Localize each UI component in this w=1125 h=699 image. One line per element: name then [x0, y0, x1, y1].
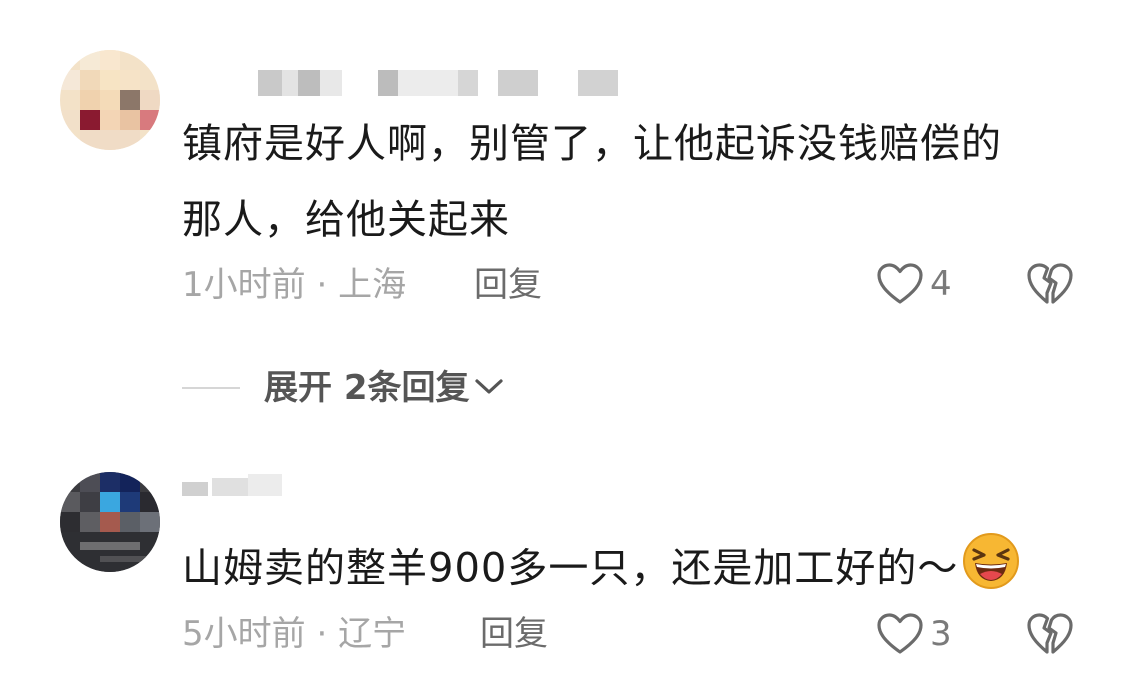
comment-text: 山姆卖的整羊900多一只，还是加工好的～: [182, 532, 1082, 609]
like-count: 4: [930, 264, 952, 304]
meta-separator: ·: [305, 614, 339, 654]
heart-icon: [876, 262, 924, 306]
laughing-emoji-icon: [962, 532, 1020, 609]
meta-separator: ·: [305, 265, 339, 305]
like-count: 3: [930, 614, 952, 654]
username-blurred[interactable]: [258, 70, 628, 96]
username-blurred[interactable]: [182, 468, 302, 498]
comment-2: 山姆卖的整羊900多一只，还是加工好的～ 5小时前 · 辽宁 回复 3: [0, 460, 1125, 699]
broken-heart-icon: [1026, 613, 1074, 660]
expand-replies-label[interactable]: 展开 2条回复: [264, 366, 470, 410]
avatar[interactable]: [60, 50, 160, 150]
comment-time: 5小时前: [182, 614, 306, 654]
like-button[interactable]: 4: [876, 262, 952, 306]
comment-meta: 5小时前 · 辽宁: [182, 614, 406, 654]
like-button[interactable]: 3: [876, 612, 952, 656]
comment-1: 镇府是好人啊，别管了，让他起诉没钱赔偿的 那人，给他关起来 1小时前 · 上海 …: [0, 0, 1125, 340]
comment-text-line: 镇府是好人啊，别管了，让他起诉没钱赔偿的: [182, 121, 1002, 167]
comment-text: 镇府是好人啊，别管了，让他起诉没钱赔偿的 那人，给他关起来: [182, 112, 1082, 252]
dislike-button[interactable]: [1026, 612, 1074, 660]
heart-icon: [876, 612, 924, 656]
expand-replies[interactable]: 展开 2条回复: [182, 366, 504, 410]
broken-heart-icon: [1026, 263, 1074, 310]
comment-location: 上海: [338, 265, 407, 305]
comment-meta: 1小时前 · 上海: [182, 265, 406, 305]
reply-button[interactable]: 回复: [474, 265, 542, 305]
comment-text-line: 山姆卖的整羊900多一只，还是加工好的～: [182, 545, 959, 592]
reply-button[interactable]: 回复: [480, 614, 548, 654]
chevron-down-icon: [474, 376, 504, 400]
comment-text-line: 那人，给他关起来: [182, 197, 510, 243]
avatar[interactable]: [60, 472, 160, 572]
comment-location: 辽宁: [338, 614, 407, 654]
divider: [182, 387, 240, 389]
comment-time: 1小时前: [182, 265, 306, 305]
dislike-button[interactable]: [1026, 262, 1074, 310]
